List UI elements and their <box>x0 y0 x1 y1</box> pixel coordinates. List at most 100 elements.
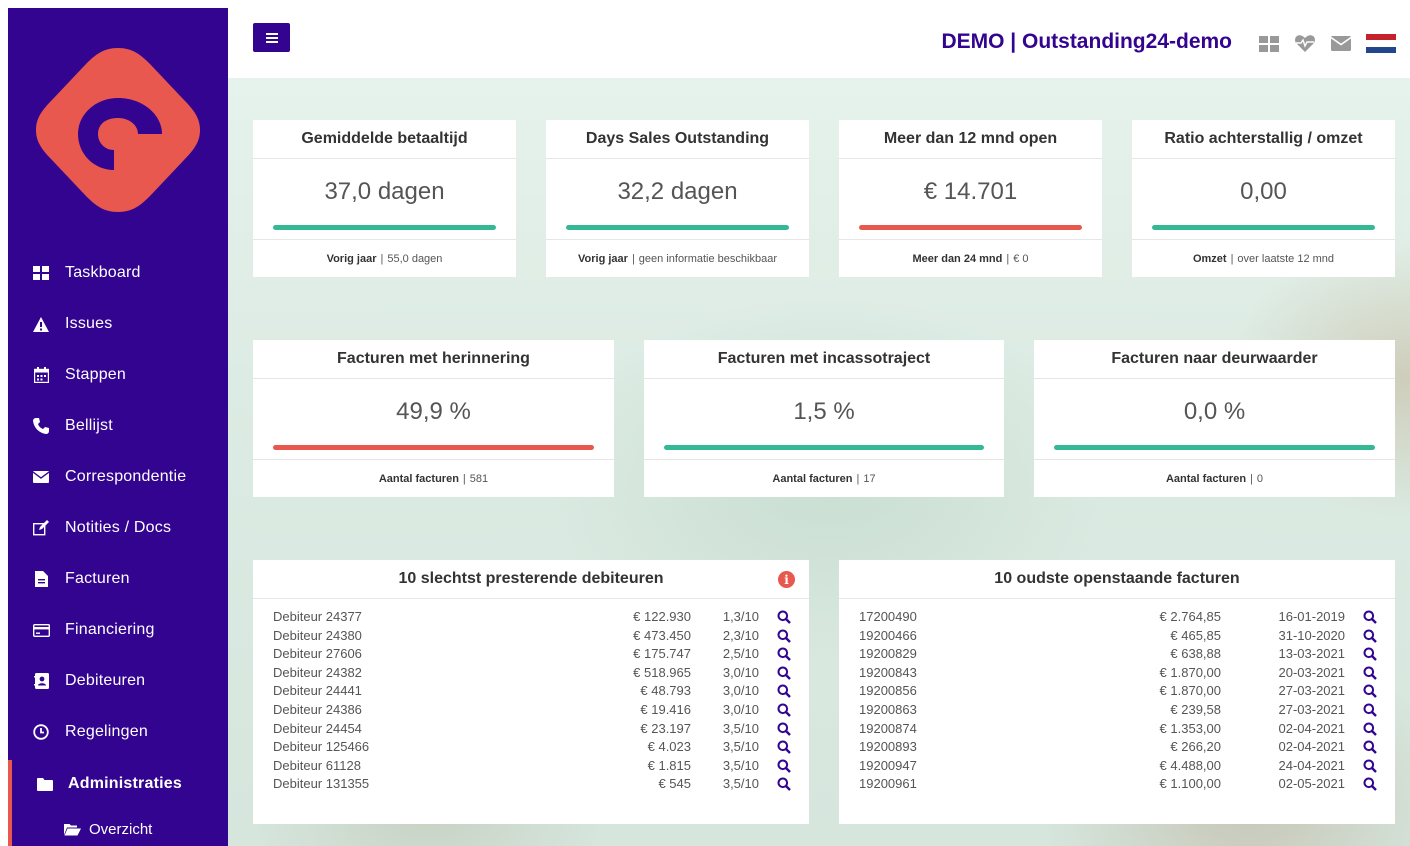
kpi-footer-label: Aantal facturen <box>772 472 853 485</box>
sidebar-item-label: Issues <box>65 315 113 332</box>
kpi-value: 49,9 % <box>396 398 471 425</box>
sidebar-item-issues[interactable]: Issues <box>8 304 228 344</box>
kpi-footer-value: over laatste 12 mnd <box>1237 252 1335 265</box>
debtor-amount: € 4.023 <box>647 739 691 755</box>
debtor-score: 3,5/10 <box>722 739 759 755</box>
dashboard-icon[interactable] <box>1258 35 1280 53</box>
sidebar-item-label: Administraties <box>68 775 182 792</box>
search-icon[interactable] <box>1363 703 1377 717</box>
sidebar-subitem-overzicht[interactable]: Overzicht <box>64 818 152 840</box>
panel-title-text: 10 oudste openstaande facturen <box>994 570 1240 587</box>
warning-icon <box>32 315 50 333</box>
debtor-amount: € 518.965 <box>633 664 691 680</box>
debtor-amount: € 1.815 <box>647 757 691 773</box>
debtor-score: 3,0/10 <box>722 683 759 699</box>
list-item: 19200947 € 4.488,00 24-04-2021 <box>859 757 1379 776</box>
debtor-name[interactable]: Debiteur 131355 <box>273 776 369 791</box>
heartbeat-icon[interactable] <box>1294 35 1316 53</box>
sidebar-subitem-label: Overzicht <box>89 820 153 838</box>
sidebar-item-label: Taskboard <box>65 264 141 281</box>
search-icon[interactable] <box>1363 629 1377 643</box>
invoice-number[interactable]: 17200490 <box>859 609 917 624</box>
list-item: Debiteur 24377 € 122.930 1,3/10 <box>273 608 793 627</box>
oldest-invoices-panel: 10 oudste openstaande facturen 17200490 €… <box>839 560 1395 824</box>
sidebar-item-administraties[interactable]: Administraties <box>8 764 228 804</box>
sidebar-item-stappen[interactable]: Stappen <box>8 355 228 395</box>
invoice-number[interactable]: 19200893 <box>859 739 917 754</box>
debtor-name[interactable]: Debiteur 61128 <box>273 758 361 773</box>
debtor-name[interactable]: Debiteur 24380 <box>273 628 362 643</box>
sidebar-item-label: Stappen <box>65 366 127 383</box>
page-title: DEMO | Outstanding24-demo <box>941 30 1232 53</box>
folder-icon <box>36 775 54 793</box>
invoice-number[interactable]: 19200874 <box>859 721 917 736</box>
search-icon[interactable] <box>777 666 791 680</box>
kpi-value: 0,00 <box>1240 178 1287 205</box>
invoice-number[interactable]: 19200856 <box>859 683 917 698</box>
mail-icon[interactable] <box>1330 35 1352 53</box>
search-icon[interactable] <box>777 703 791 717</box>
debtor-name[interactable]: Debiteur 24441 <box>273 683 362 698</box>
sidebar-item-financiering[interactable]: Financiering <box>8 610 228 650</box>
menu-toggle-button[interactable] <box>253 23 290 52</box>
search-icon[interactable] <box>777 629 791 643</box>
search-icon[interactable] <box>1363 647 1377 662</box>
kpi-card: Gemiddelde betaaltijd 37,0 dagen Vorig j… <box>253 120 516 277</box>
invoice-number[interactable]: 19200843 <box>859 665 917 680</box>
invoice-number[interactable]: 19200829 <box>859 646 917 661</box>
invoice-date: 02-05-2021 <box>1278 776 1346 792</box>
invoice-number[interactable]: 19200947 <box>859 758 917 773</box>
info-icon[interactable]: i <box>778 571 795 588</box>
kpi-value: € 14.701 <box>923 178 1018 205</box>
invoice-number[interactable]: 19200466 <box>859 628 917 643</box>
search-icon[interactable] <box>1363 740 1377 755</box>
search-icon[interactable] <box>777 759 791 773</box>
debtor-name[interactable]: Debiteur 24454 <box>273 721 362 736</box>
sidebar-item-taskboard[interactable]: Taskboard <box>8 253 228 293</box>
search-icon[interactable] <box>1363 666 1377 680</box>
kpi-footer-label: Aantal facturen <box>378 472 459 485</box>
credit-card-icon <box>32 621 50 639</box>
search-icon[interactable] <box>1363 759 1377 773</box>
debtor-amount: € 473.450 <box>633 627 691 643</box>
kpi-footer-label: Vorig jaar <box>326 252 377 265</box>
debtor-name[interactable]: Debiteur 27606 <box>273 646 362 661</box>
debtor-name[interactable]: Debiteur 125466 <box>273 739 369 754</box>
envelope-icon <box>32 468 50 486</box>
sidebar-item-debiteuren[interactable]: Debiteuren <box>8 661 228 701</box>
search-icon[interactable] <box>777 684 791 699</box>
debtor-name[interactable]: Debiteur 24386 <box>273 702 362 717</box>
list-item: 19200843 € 1.870,00 20-03-2021 <box>859 664 1379 683</box>
search-icon[interactable] <box>777 777 791 792</box>
invoice-amount: € 638,88 <box>1170 646 1221 662</box>
search-icon[interactable] <box>1363 610 1377 624</box>
debtor-name[interactable]: Debiteur 24382 <box>273 665 362 680</box>
sidebar-item-facturen[interactable]: Facturen <box>8 559 228 599</box>
sidebar-item-label: Regelingen <box>65 723 148 740</box>
top-icons <box>1258 34 1396 53</box>
debtor-name[interactable]: Debiteur 24377 <box>273 609 362 624</box>
sidebar-item-correspondentie[interactable]: Correspondentie <box>8 457 228 497</box>
kpi-footer-value: geen informatie beschikbaar <box>638 252 777 265</box>
language-flag-nl-icon[interactable] <box>1366 34 1396 53</box>
sidebar-item-regelingen[interactable]: Regelingen <box>8 712 228 752</box>
list-item: Debiteur 24454 € 23.197 3,5/10 <box>273 720 793 739</box>
sidebar-item-notities-docs[interactable]: Notities / Docs <box>8 508 228 548</box>
search-icon[interactable] <box>777 610 791 624</box>
search-icon[interactable] <box>1363 722 1377 736</box>
search-icon[interactable] <box>1363 684 1377 699</box>
kpi-footer: Vorig jaar | 55,0 dagen <box>253 239 516 277</box>
search-icon[interactable] <box>777 647 791 662</box>
kpi-footer-value: 17 <box>863 472 876 485</box>
invoice-number[interactable]: 19200961 <box>859 776 917 791</box>
invoice-number[interactable]: 19200863 <box>859 702 917 717</box>
search-icon[interactable] <box>1363 777 1377 792</box>
search-icon[interactable] <box>777 740 791 755</box>
invoice-amount: € 1.100,00 <box>1159 776 1221 792</box>
sidebar-item-label: Notities / Docs <box>65 519 172 536</box>
invoice-date: 31-10-2020 <box>1278 627 1346 643</box>
grid-icon <box>32 264 50 282</box>
debtor-amount: € 48.793 <box>640 683 691 699</box>
sidebar-item-bellijst[interactable]: Bellijst <box>8 406 228 446</box>
search-icon[interactable] <box>777 722 791 736</box>
